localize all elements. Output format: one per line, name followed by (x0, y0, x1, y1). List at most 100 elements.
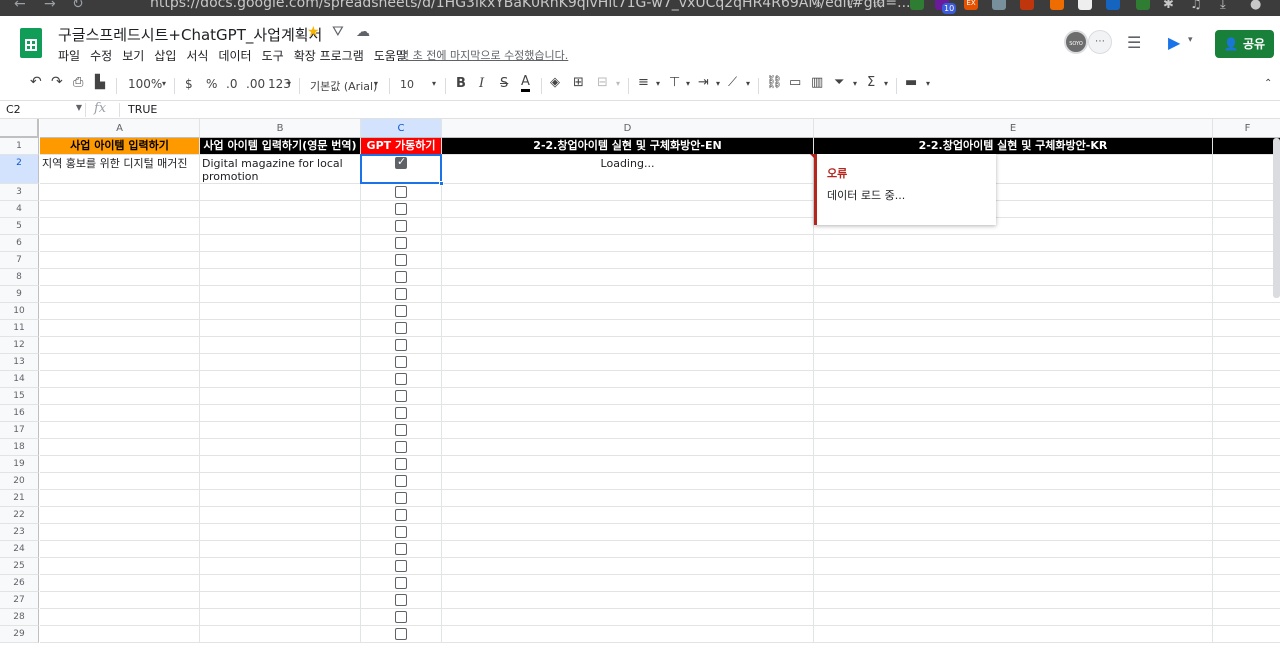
column-header-f[interactable]: F (1213, 119, 1280, 138)
checkbox-c15[interactable] (395, 390, 407, 402)
cell-a21[interactable] (40, 490, 200, 507)
cell-e26[interactable] (814, 575, 1213, 592)
cell-e15[interactable] (814, 388, 1213, 405)
cell-f22[interactable] (1213, 507, 1280, 524)
row-header-16[interactable]: 16 (0, 405, 39, 422)
row-header-20[interactable]: 20 (0, 473, 39, 490)
document-title[interactable]: 구글스프레드시트+ChatGPT_사업계획서 (58, 24, 322, 45)
checkbox-c10[interactable] (395, 305, 407, 317)
text-color-button[interactable]: A (521, 75, 530, 92)
font-size-select[interactable]: 10 (400, 78, 414, 91)
cell-d28[interactable] (442, 609, 814, 626)
cell-f20[interactable] (1213, 473, 1280, 490)
cell-f5[interactable] (1213, 218, 1280, 235)
cell-d23[interactable] (442, 524, 814, 541)
cell-f15[interactable] (1213, 388, 1280, 405)
cell-b26[interactable] (200, 575, 361, 592)
row-header-4[interactable]: 4 (0, 201, 39, 218)
cell-b10[interactable] (200, 303, 361, 320)
cell-b8[interactable] (200, 269, 361, 286)
cell-b7[interactable] (200, 252, 361, 269)
cell-a7[interactable] (40, 252, 200, 269)
cell-f3[interactable] (1213, 184, 1280, 201)
cell-f28[interactable] (1213, 609, 1280, 626)
cell-e7[interactable] (814, 252, 1213, 269)
select-all-corner[interactable] (0, 119, 39, 138)
font-family-dropdown-icon[interactable]: ▾ (374, 79, 378, 88)
wrap-dropdown-icon[interactable]: ▾ (716, 79, 720, 88)
cell-f9[interactable] (1213, 286, 1280, 303)
row-header-25[interactable]: 25 (0, 558, 39, 575)
cell-d18[interactable] (442, 439, 814, 456)
cell-a5[interactable] (40, 218, 200, 235)
row-header-14[interactable]: 14 (0, 371, 39, 388)
checkbox-c11[interactable] (395, 322, 407, 334)
currency-format-button[interactable]: $ (185, 77, 193, 91)
cell-b28[interactable] (200, 609, 361, 626)
cell-a13[interactable] (40, 354, 200, 371)
cell-e12[interactable] (814, 337, 1213, 354)
cell-a25[interactable] (40, 558, 200, 575)
cell-b24[interactable] (200, 541, 361, 558)
checkbox-c27[interactable] (395, 594, 407, 606)
cell-b2[interactable]: Digital magazine for local promotion (200, 155, 361, 184)
column-header-c[interactable]: C (361, 119, 442, 138)
print-icon[interactable]: ⎙ (73, 75, 83, 90)
extensions-puzzle-icon[interactable]: ✱ (1163, 0, 1174, 12)
valign-dropdown-icon[interactable]: ▾ (686, 79, 690, 88)
row-header-8[interactable]: 8 (0, 269, 39, 286)
checkbox-c3[interactable] (395, 186, 407, 198)
borders-icon[interactable]: ⊞ (573, 75, 584, 90)
bookmark-star-icon[interactable]: ☆ (872, 0, 884, 12)
cell-a17[interactable] (40, 422, 200, 439)
cell-b27[interactable] (200, 592, 361, 609)
cell-f25[interactable] (1213, 558, 1280, 575)
cell-d25[interactable] (442, 558, 814, 575)
input-tools-dropdown-icon[interactable]: ▾ (926, 79, 930, 88)
cell-a18[interactable] (40, 439, 200, 456)
row-header-5[interactable]: 5 (0, 218, 39, 235)
checkbox-c12[interactable] (395, 339, 407, 351)
cell-d15[interactable] (442, 388, 814, 405)
extension-orange-icon[interactable] (1050, 0, 1064, 10)
cell-b9[interactable] (200, 286, 361, 303)
row-header-19[interactable]: 19 (0, 456, 39, 473)
row-header-12[interactable]: 12 (0, 337, 39, 354)
menu-format[interactable]: 서식 (186, 47, 208, 64)
font-size-dropdown-icon[interactable]: ▾ (432, 79, 436, 88)
checkbox-c4[interactable] (395, 203, 407, 215)
paint-format-icon[interactable]: ▙ (95, 75, 105, 90)
cell-a28[interactable] (40, 609, 200, 626)
collapse-menu-icon[interactable]: ⌃ (1264, 78, 1272, 89)
filter-dropdown-icon[interactable]: ▾ (853, 79, 857, 88)
cell-e19[interactable] (814, 456, 1213, 473)
checkbox-c19[interactable] (395, 458, 407, 470)
checkbox-c7[interactable] (395, 254, 407, 266)
cell-e24[interactable] (814, 541, 1213, 558)
cell-d3[interactable] (442, 184, 814, 201)
extension-white-icon[interactable] (1078, 0, 1092, 10)
checkbox-c24[interactable] (395, 543, 407, 555)
cell-a1[interactable]: 사업 아이템 입력하기 (40, 138, 200, 155)
cell-d27[interactable] (442, 592, 814, 609)
cell-e27[interactable] (814, 592, 1213, 609)
search-icon[interactable]: ⌕ (815, 0, 822, 12)
menu-insert[interactable]: 삽입 (154, 47, 176, 64)
decrease-decimal-button[interactable]: .0 (226, 77, 237, 91)
cell-f12[interactable] (1213, 337, 1280, 354)
cell-d24[interactable] (442, 541, 814, 558)
cell-d4[interactable] (442, 201, 814, 218)
cell-a10[interactable] (40, 303, 200, 320)
move-to-drive-icon[interactable]: ⛛ (332, 24, 344, 40)
checkbox-c25[interactable] (395, 560, 407, 572)
row-header-15[interactable]: 15 (0, 388, 39, 405)
checkbox-c5[interactable] (395, 220, 407, 232)
cell-b17[interactable] (200, 422, 361, 439)
text-rotation-icon[interactable]: ⟋ (728, 75, 737, 90)
cell-d2[interactable]: Loading... (442, 155, 814, 184)
text-wrapping-icon[interactable]: ⇥ (698, 75, 709, 90)
column-header-e[interactable]: E (814, 119, 1213, 138)
checkbox-c9[interactable] (395, 288, 407, 300)
address-bar-url[interactable]: https://docs.google.com/spreadsheets/d/1… (150, 0, 910, 11)
vertical-align-icon[interactable]: ⊤ (669, 75, 680, 90)
